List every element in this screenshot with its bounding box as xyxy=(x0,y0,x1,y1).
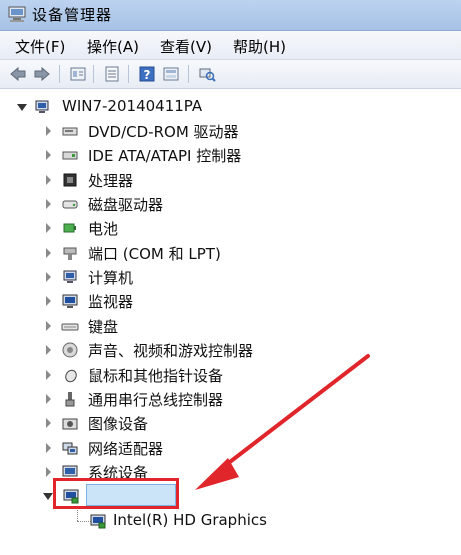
expand-closed-icon[interactable] xyxy=(46,321,51,331)
menu-help[interactable]: 帮助(H) xyxy=(233,36,286,57)
expand-closed-icon[interactable] xyxy=(46,175,51,185)
expand-closed-icon[interactable] xyxy=(46,272,51,282)
imaging-device-icon xyxy=(62,418,78,430)
category-label: 通用串行总线控制器 xyxy=(88,391,224,409)
category-label: 计算机 xyxy=(88,269,134,287)
tree-item-1[interactable]: DVD/CD-ROM 驱动器 xyxy=(46,120,461,142)
device-manager-icon xyxy=(8,6,26,22)
sound-icon xyxy=(62,342,78,358)
expand-open-icon[interactable] xyxy=(43,493,53,500)
expand-closed-icon[interactable] xyxy=(46,199,51,209)
tree-item-12[interactable]: 通用串行总线控制器 xyxy=(46,388,461,410)
tree-item-13[interactable]: 图像设备 xyxy=(46,412,461,434)
category-label: 鼠标和其他指针设备 xyxy=(88,367,224,385)
category-label: 磁盘驱动器 xyxy=(88,196,164,214)
tree-item-3[interactable]: 处理器 xyxy=(46,169,461,191)
computer-icon xyxy=(35,100,49,113)
expand-closed-icon[interactable] xyxy=(46,418,51,428)
root-label: WIN7-20140411PA xyxy=(62,97,203,115)
tree-item-10[interactable]: 声音、视频和游戏控制器 xyxy=(46,339,461,361)
category-label: DVD/CD-ROM 驱动器 xyxy=(88,123,239,141)
list-icon[interactable] xyxy=(103,65,121,83)
port-icon xyxy=(63,247,77,260)
graphics-card-icon xyxy=(90,514,106,529)
category-label: 网络适配器 xyxy=(88,440,164,458)
category-label: 电池 xyxy=(88,220,119,238)
menu-action[interactable]: 操作(A) xyxy=(87,36,139,57)
computer-icon xyxy=(63,270,77,283)
child-label: Intel(R) HD Graphics xyxy=(113,511,267,529)
dvd-drive-icon xyxy=(62,127,78,136)
window-title: 设备管理器 xyxy=(32,6,113,24)
mouse-icon xyxy=(65,369,77,383)
tree-item-11[interactable]: 鼠标和其他指针设备 xyxy=(46,364,461,386)
highlight-box xyxy=(53,478,179,509)
back-arrow-icon[interactable] xyxy=(9,65,27,83)
tree-item-9[interactable]: 键盘 xyxy=(46,315,461,337)
view-icon[interactable] xyxy=(162,65,180,83)
monitor-icon xyxy=(62,294,78,308)
tree-item-8[interactable]: 监视器 xyxy=(46,290,461,312)
expand-open-icon[interactable] xyxy=(17,104,27,111)
category-label: 处理器 xyxy=(88,172,134,190)
expand-closed-icon[interactable] xyxy=(46,394,51,404)
expand-closed-icon[interactable] xyxy=(46,248,51,258)
title-bar: 设备管理器 xyxy=(0,0,461,31)
tree-root[interactable]: WIN7-20140411PA xyxy=(17,96,461,118)
tree-connector xyxy=(77,507,78,521)
processor-icon xyxy=(63,173,77,187)
properties-icon[interactable] xyxy=(69,65,87,83)
expand-closed-icon[interactable] xyxy=(46,443,51,453)
expand-closed-icon[interactable] xyxy=(46,126,51,136)
expand-closed-icon[interactable] xyxy=(46,296,51,306)
menu-view[interactable]: 查看(V) xyxy=(160,36,212,57)
tree-item-6[interactable]: 端口 (COM 和 LPT) xyxy=(46,242,461,264)
scan-hardware-icon[interactable] xyxy=(198,65,216,83)
keyboard-icon xyxy=(61,323,79,331)
expand-closed-icon[interactable] xyxy=(46,345,51,355)
network-adapter-icon xyxy=(62,442,78,455)
tree-item-2[interactable]: IDE ATA/ATAPI 控制器 xyxy=(46,144,461,166)
expand-closed-icon[interactable] xyxy=(46,370,51,380)
expand-closed-icon[interactable] xyxy=(46,150,51,160)
forward-arrow-icon[interactable] xyxy=(33,65,51,83)
category-label: 键盘 xyxy=(88,318,119,336)
tree-child-graphics[interactable]: Intel(R) HD Graphics xyxy=(89,510,461,532)
category-label: 图像设备 xyxy=(88,415,149,433)
disk-drive-icon xyxy=(62,200,78,209)
tree-item-14[interactable]: 网络适配器 xyxy=(46,437,461,459)
category-label: 声音、视频和游戏控制器 xyxy=(88,342,254,360)
expand-closed-icon[interactable] xyxy=(46,467,51,477)
tree-item-7[interactable]: 计算机 xyxy=(46,266,461,288)
toolbar: ? xyxy=(0,60,461,89)
menu-bar: 文件(F) 操作(A) 查看(V) 帮助(H) xyxy=(0,31,461,60)
category-label: IDE ATA/ATAPI 控制器 xyxy=(88,147,242,165)
ide-controller-icon xyxy=(62,151,78,160)
tree-item-4[interactable]: 磁盘驱动器 xyxy=(46,193,461,215)
expand-closed-icon[interactable] xyxy=(46,223,51,233)
battery-icon xyxy=(63,223,76,233)
category-label: 端口 (COM 和 LPT) xyxy=(88,245,221,263)
svg-text:?: ? xyxy=(144,68,151,82)
tree-item-5[interactable]: 电池 xyxy=(46,217,461,239)
category-label: 监视器 xyxy=(88,293,134,311)
usb-icon xyxy=(65,392,75,407)
help-icon[interactable]: ? xyxy=(138,65,156,83)
menu-file[interactable]: 文件(F) xyxy=(15,36,65,57)
